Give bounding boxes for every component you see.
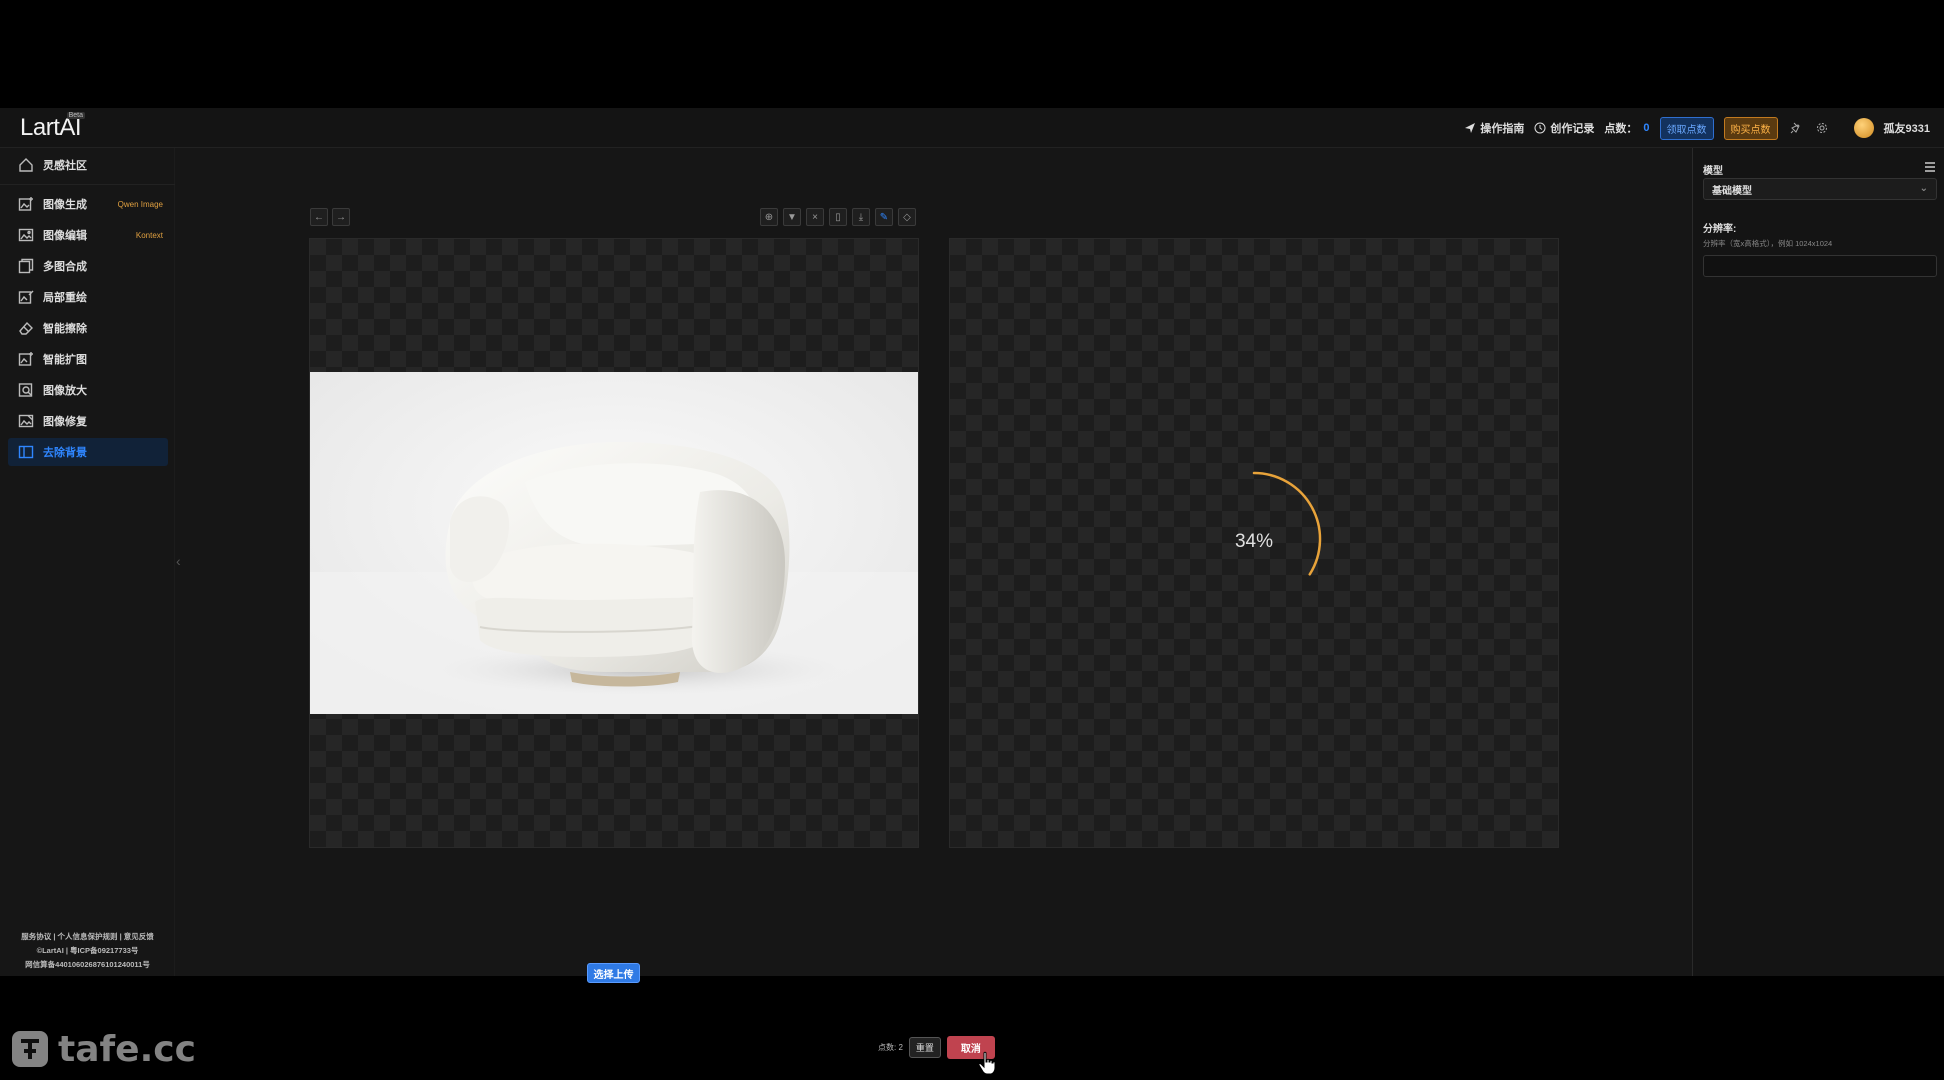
split-panel-icon [18, 445, 34, 459]
armchair-image [310, 372, 918, 714]
redo-arrow-icon[interactable]: → [332, 208, 350, 226]
points-value: 0 [1643, 122, 1650, 134]
progress-percentage: 34% [1234, 531, 1274, 552]
footer-links-line[interactable]: 服务协议 | 个人信息保护规则 | 意见反馈 [0, 930, 175, 944]
header-actions: 操作指南 创作记录 点数： 0 领取点数 购买点数 孤友9331 [1464, 116, 1930, 140]
resolution-hint: 分辨率（宽x高格式），例如 1024x1024 [1703, 239, 1833, 248]
reset-button[interactable]: 重置 [908, 1037, 941, 1058]
watermark: tafe.cc [10, 1028, 196, 1070]
brush-image-icon [18, 290, 34, 304]
download-icon[interactable]: ⤓ [852, 208, 870, 226]
pin-icon[interactable] [1788, 120, 1804, 136]
eraser-icon [19, 321, 33, 335]
buy-points-button[interactable]: 购买点数 [1723, 116, 1778, 140]
undo-arrow-icon[interactable]: ← [310, 208, 328, 226]
clock-icon [1534, 122, 1546, 134]
sidebar-item-remove-background[interactable]: 去除背景 [8, 438, 168, 466]
top-header: LartAI Beta 操作指南 创作记录 点数： 0 领取点数 购买点数 孤友… [0, 108, 1944, 148]
sidebar-collapse-chevron-icon[interactable]: ‹ [176, 553, 186, 575]
footer-license: 网信算备440106026876101240011号 [25, 960, 150, 969]
history-label: 创作记录 [1550, 123, 1595, 135]
zoom-image-icon [18, 383, 33, 397]
sidebar-item-label: 图像放大 [43, 385, 87, 397]
sidebar-item-image-generate[interactable]: 图像生成 Qwen Image [0, 190, 175, 218]
sidebar-item-community[interactable]: 灵感社区 [0, 151, 175, 179]
sidebar-footer: 服务协议 | 个人信息保护规则 | 意见反馈 ©LartAI | 粤ICP备09… [0, 930, 175, 972]
sidebar-item-label: 智能扩图 [43, 354, 87, 366]
zoom-icon[interactable]: ⊕ [760, 208, 778, 226]
resolution-label: 分辨率: [1703, 224, 1737, 235]
source-image-canvas[interactable] [309, 238, 919, 848]
restore-image-icon [18, 414, 34, 428]
sidebar-item-erase[interactable]: 智能擦除 [0, 314, 175, 342]
sidebar-item-label: 图像修复 [43, 416, 87, 428]
watermark-logo-icon [12, 1031, 48, 1067]
app-window: LartAI Beta 操作指南 创作记录 点数： 0 领取点数 购买点数 孤友… [0, 108, 1944, 1075]
logo-tag: Beta [66, 112, 86, 119]
home-icon [19, 158, 33, 172]
sidebar-item-image-edit[interactable]: 图像编辑 Kontext [0, 221, 175, 249]
cost-points-label: 点数: 2 [878, 1043, 903, 1052]
points-label: 点数： [1604, 123, 1638, 135]
upload-button[interactable]: 选择上传 [587, 963, 640, 983]
sidebar-item-badge: Qwen Image [117, 199, 163, 209]
brush-icon[interactable]: ✎ [875, 208, 893, 226]
result-canvas: 34% [949, 238, 1559, 848]
sidebar-item-label: 去除背景 [43, 447, 87, 459]
source-photo [310, 372, 918, 714]
sidebar-item-label: 智能擦除 [43, 323, 87, 335]
history-toolbar: ← → [310, 208, 350, 226]
layers-icon [18, 258, 34, 274]
sidebar-item-label: 多图合成 [43, 261, 87, 273]
sidebar-item-outpaint[interactable]: 智能扩图 [0, 345, 175, 373]
points-display: 点数： 0 [1604, 120, 1649, 136]
settings-gear-icon[interactable] [1814, 120, 1830, 136]
username[interactable]: 孤友9331 [1884, 120, 1930, 136]
history-link[interactable]: 创作记录 [1534, 120, 1594, 136]
sidebar-item-label: 图像编辑 [43, 230, 87, 242]
sidebar-item-restore[interactable]: 图像修复 [0, 407, 175, 435]
watermark-text: tafe.cc [58, 1028, 196, 1070]
sidebar-item-badge: Kontext [135, 230, 163, 240]
hand-cursor-icon [978, 1051, 996, 1075]
trash-icon[interactable]: ▯ [829, 208, 847, 226]
sidebar-divider [0, 184, 175, 185]
sidebar: 灵感社区 图像生成 Qwen Image 图像编辑 Kontext 多图合成 局… [0, 148, 175, 976]
claim-points-button[interactable]: 领取点数 [1659, 116, 1714, 140]
sidebar-item-label: 局部重绘 [43, 292, 87, 304]
menu-icon[interactable] [1924, 160, 1936, 172]
progress-arc [1252, 471, 1322, 576]
sidebar-item-multi-compose[interactable]: 多图合成 [0, 252, 175, 280]
chevron-down-icon: ⌄ [1919, 183, 1928, 194]
image-plus-icon [18, 197, 33, 211]
guide-label: 操作指南 [1480, 123, 1525, 135]
eraser-tool-icon[interactable]: ◇ [898, 208, 916, 226]
sidebar-item-label: 图像生成 [43, 199, 87, 211]
model-select[interactable]: 基础模型 ⌄ [1703, 178, 1937, 200]
sidebar-item-label: 灵感社区 [43, 160, 87, 172]
sidebar-item-inpaint[interactable]: 局部重绘 [0, 283, 175, 311]
model-selected-value: 基础模型 [1712, 185, 1752, 197]
footer-copyright: ©LartAI | 粤ICP备09217733号 [36, 946, 139, 955]
sidebar-item-upscale[interactable]: 图像放大 [0, 376, 175, 404]
app-logo[interactable]: LartAI Beta [20, 112, 86, 142]
model-title: 模型 [1703, 166, 1723, 177]
resolution-input[interactable] [1703, 255, 1937, 277]
canvas-toolbar: ⊕ ▼ × ▯ ⤓ ✎ ◇ [760, 208, 916, 226]
user-avatar[interactable] [1853, 118, 1874, 138]
expand-image-icon [18, 352, 33, 366]
filter-icon[interactable]: ▼ [783, 208, 801, 226]
image-icon [18, 228, 34, 242]
guide-link[interactable]: 操作指南 [1464, 120, 1524, 136]
send-icon [1465, 123, 1476, 133]
close-icon[interactable]: × [806, 208, 824, 226]
settings-panel: 模型 基础模型 ⌄ 分辨率: 分辨率（宽x高格式），例如 1024x1024 [1692, 148, 1944, 976]
